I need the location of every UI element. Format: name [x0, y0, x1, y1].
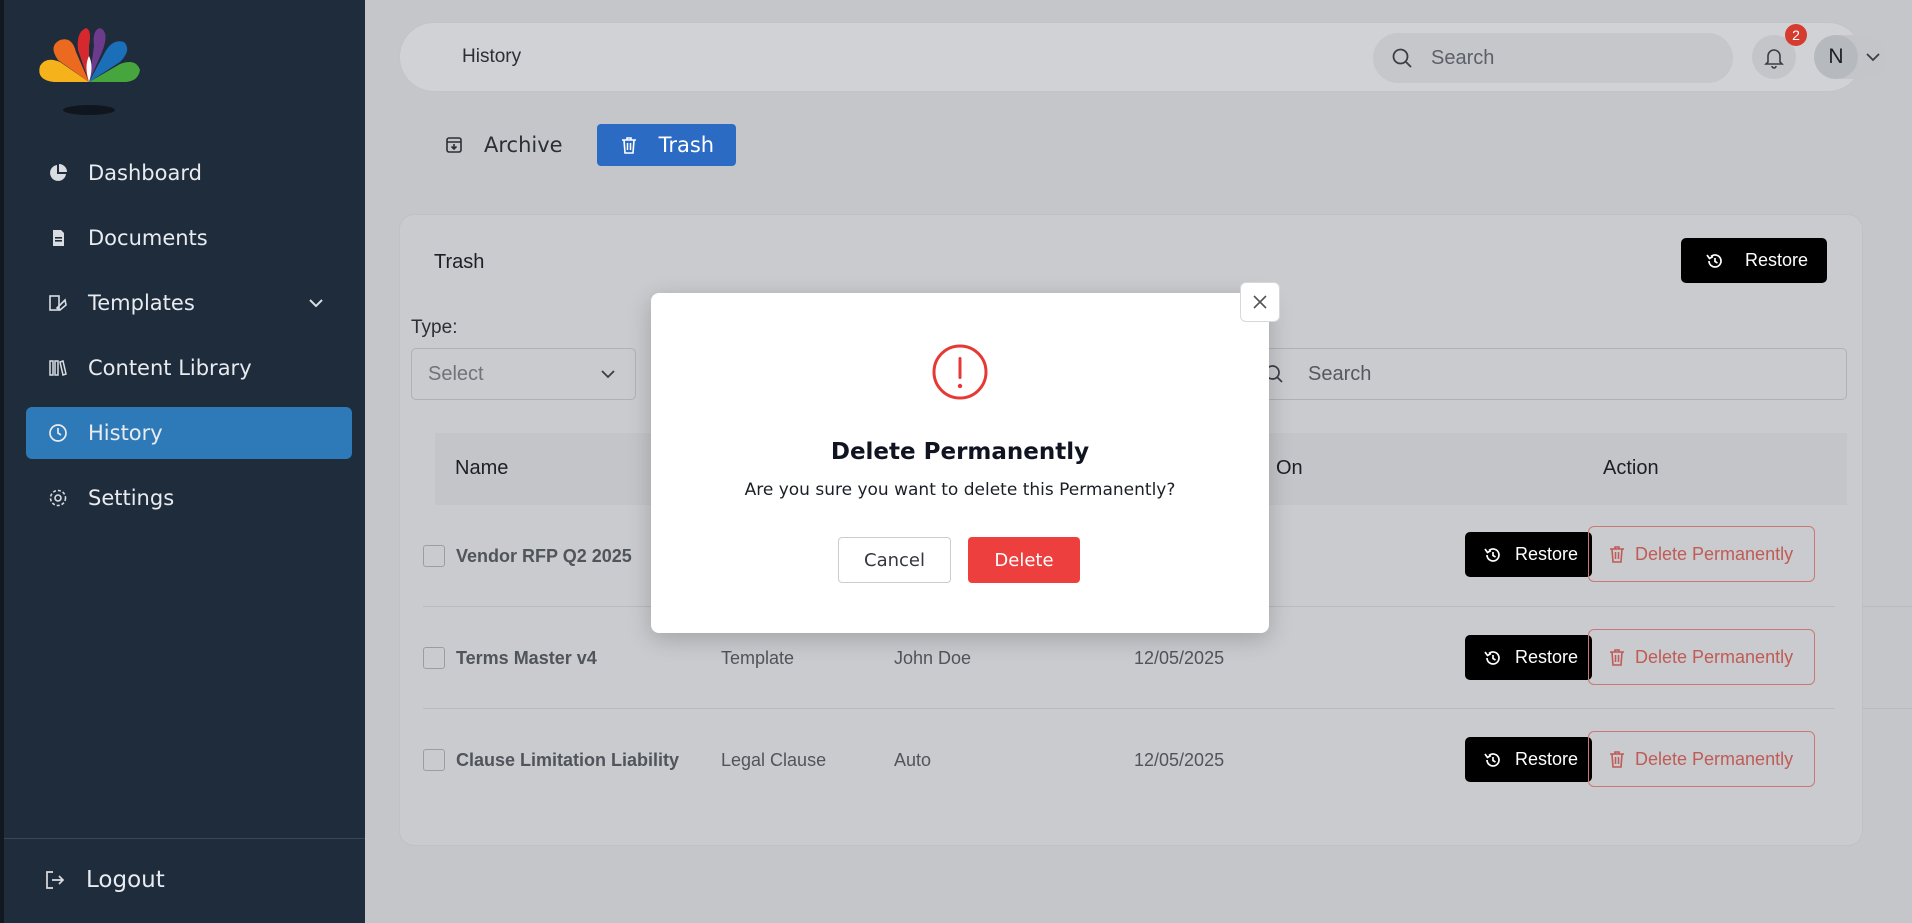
- dialog-title: Delete Permanently: [830, 439, 1090, 465]
- close-icon: [1253, 295, 1267, 309]
- delete-button[interactable]: Delete: [968, 537, 1080, 583]
- delete-confirm-dialog: Delete Permanently Are you sure you want…: [651, 293, 1269, 633]
- close-dialog-button[interactable]: [1240, 282, 1280, 322]
- cancel-button[interactable]: Cancel: [838, 537, 951, 583]
- warning-icon: [932, 344, 988, 400]
- dialog-message: Are you sure you want to delete this Per…: [744, 480, 1176, 500]
